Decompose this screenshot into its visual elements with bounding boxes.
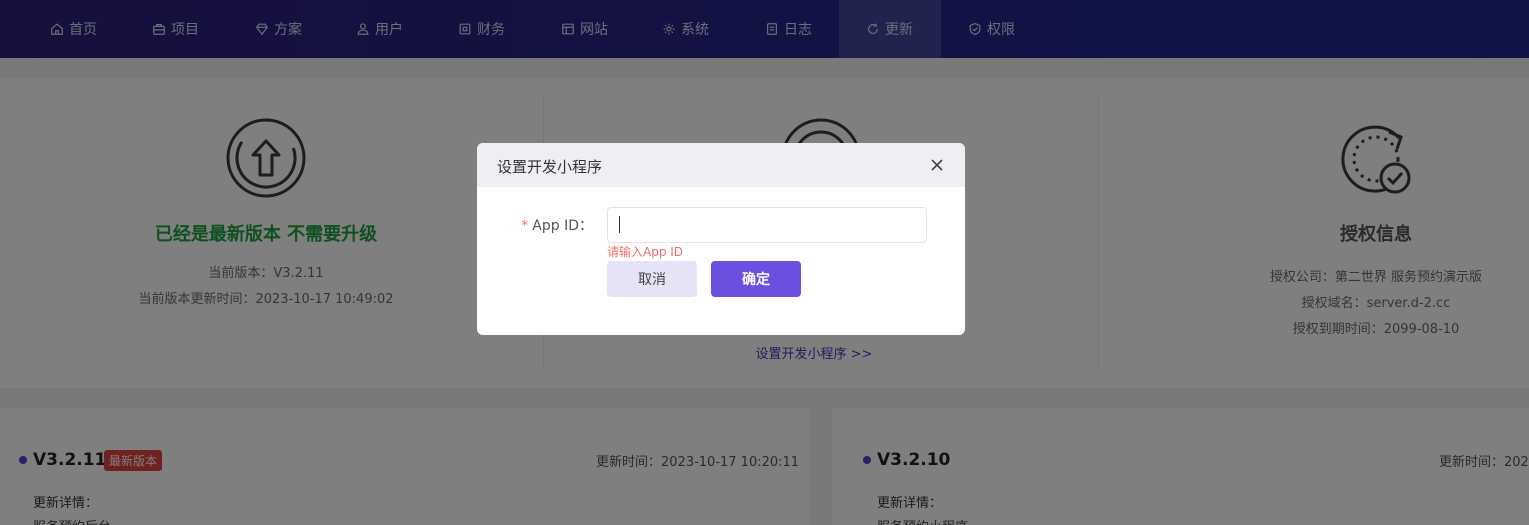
app-id-label: * App ID： [517, 215, 593, 235]
cancel-button[interactable]: 取消 [607, 261, 697, 297]
confirm-button[interactable]: 确定 [711, 261, 801, 297]
app-id-input[interactable] [607, 207, 927, 243]
app-id-error: 请输入App ID [607, 245, 684, 259]
setup-mini-program-dialog: 设置开发小程序 * App ID： 请输入App ID 取消 确定 [477, 143, 965, 335]
close-icon[interactable] [929, 157, 945, 173]
dialog-header: 设置开发小程序 [477, 143, 965, 187]
required-mark: * [521, 218, 529, 234]
app-id-label-text: App ID： [532, 218, 593, 234]
dialog-title: 设置开发小程序 [497, 158, 603, 176]
text-caret [619, 216, 620, 233]
